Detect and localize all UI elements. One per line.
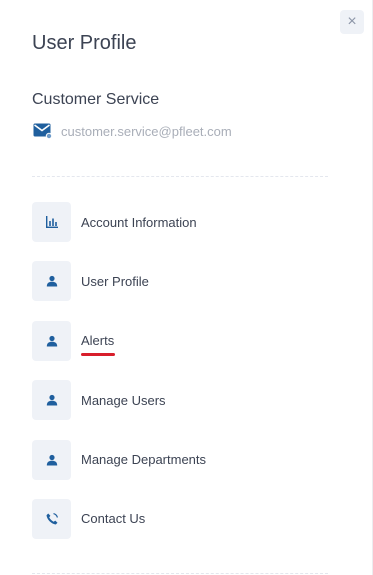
menu-item-user-profile[interactable]: User Profile bbox=[32, 261, 206, 302]
bar-chart-icon bbox=[32, 202, 71, 242]
menu-label[interactable]: User Profile bbox=[81, 274, 149, 289]
profile-menu: Account Information User Profile Alerts bbox=[32, 202, 206, 558]
user-icon bbox=[32, 261, 71, 302]
close-button[interactable]: × bbox=[340, 10, 364, 34]
close-icon[interactable]: × bbox=[347, 14, 356, 30]
menu-item-contact-us[interactable]: Contact Us bbox=[32, 498, 206, 539]
menu-item-alerts[interactable]: Alerts bbox=[32, 320, 206, 361]
mail-icon bbox=[33, 122, 53, 140]
menu-label[interactable]: Account Information bbox=[81, 215, 197, 230]
menu-label-active[interactable]: Alerts bbox=[81, 333, 116, 357]
menu-item-manage-users[interactable]: Manage Users bbox=[32, 380, 206, 421]
user-icon bbox=[32, 439, 71, 480]
page-title: User Profile bbox=[32, 32, 137, 54]
menu-item-account-information[interactable]: Account Information bbox=[32, 202, 206, 242]
divider bbox=[32, 176, 328, 177]
user-icon bbox=[32, 380, 71, 421]
account-name: Customer Service bbox=[32, 91, 160, 108]
user-icon bbox=[32, 320, 71, 361]
user-profile-panel: × User Profile Customer Service customer… bbox=[0, 0, 373, 575]
email-row: customer.service@pfleet.com bbox=[33, 122, 232, 140]
menu-item-manage-departments[interactable]: Manage Departments bbox=[32, 439, 206, 480]
menu-label[interactable]: Contact Us bbox=[81, 511, 145, 526]
phone-icon bbox=[32, 498, 71, 539]
menu-label[interactable]: Manage Departments bbox=[81, 452, 206, 467]
divider bbox=[32, 573, 328, 574]
menu-label[interactable]: Manage Users bbox=[81, 393, 166, 408]
email-address: customer.service@pfleet.com bbox=[61, 123, 232, 139]
